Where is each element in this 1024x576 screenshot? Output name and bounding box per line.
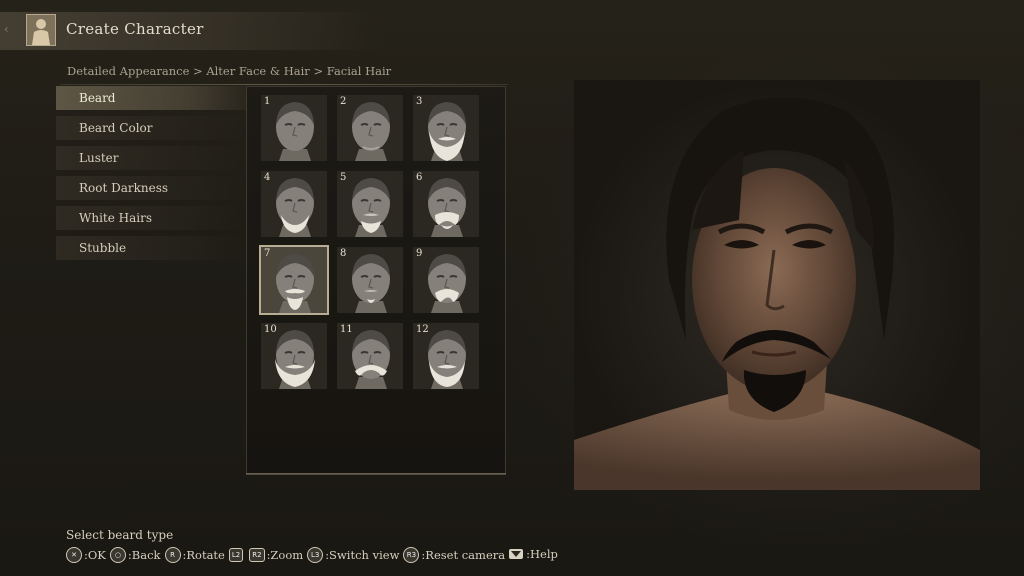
control-prompt: R:Rotate [164, 547, 225, 563]
beard-preview-icon [413, 95, 479, 161]
beard-option-11[interactable]: 11 [337, 323, 403, 389]
touchpad-button-icon [509, 549, 524, 559]
facial-hair-menu: Beard Beard Color Luster Root Darkness White… [56, 86, 246, 266]
beard-option-number: 11 [340, 324, 353, 335]
beard-preview-icon [261, 95, 327, 161]
beard-option-number: 4 [264, 172, 271, 183]
beard-option-number: 10 [264, 324, 277, 335]
control-prompt: ○:Back [109, 547, 161, 563]
control-prompt: R3:Reset camera [403, 547, 505, 563]
beard-option-10[interactable]: 10 [261, 323, 327, 389]
beard-option-number: 2 [340, 96, 347, 107]
character-creation-screen: ‹ Create Character Detailed Appearance >… [0, 0, 1024, 576]
control-prompt: ✕:OK [66, 547, 106, 563]
menu-item-label: Luster [79, 151, 119, 165]
control-prompt: :Help [509, 547, 558, 561]
control-prompt-label: :Reset camera [421, 548, 506, 562]
menu-item-stubble[interactable]: Stubble [56, 236, 246, 260]
controller-button-icon: ✕ [66, 547, 82, 563]
control-prompt-label: :Switch view [325, 548, 400, 562]
beard-option-2[interactable]: 2 [337, 95, 403, 161]
menu-item-luster[interactable]: Luster [56, 146, 246, 170]
character-portrait-image [574, 97, 980, 490]
menu-item-beard[interactable]: Beard [56, 86, 246, 110]
beard-option-6[interactable]: 6 [413, 171, 479, 237]
control-prompt-label: :Back [127, 548, 161, 562]
beard-preview-icon [413, 247, 479, 313]
menu-item-label: Beard Color [79, 121, 153, 135]
beard-option-8[interactable]: 8 [337, 247, 403, 313]
beard-preview-icon [337, 247, 403, 313]
beard-preview-icon [261, 247, 327, 313]
controller-button-icon: R [164, 547, 181, 563]
menu-item-beard-color[interactable]: Beard Color [56, 116, 246, 140]
beard-option-number: 3 [416, 96, 423, 107]
grid-divider [246, 473, 506, 475]
controller-button-icon: R2 [249, 548, 265, 562]
beard-option-number: 7 [264, 248, 271, 259]
character-avatar-icon [26, 14, 56, 46]
beard-option-9[interactable]: 9 [413, 247, 479, 313]
control-prompt-label: :Rotate [182, 548, 225, 562]
beard-option-number: 6 [416, 172, 423, 183]
control-prompt: R2:Zoom [249, 548, 303, 562]
menu-item-white-hairs[interactable]: White Hairs [56, 206, 246, 230]
beard-preview-icon [337, 171, 403, 237]
beard-option-number: 8 [340, 248, 347, 259]
beard-option-number: 1 [264, 96, 271, 107]
beard-option-number: 12 [416, 324, 429, 335]
control-prompt: L3:Switch view [307, 547, 399, 563]
footer-hint: Select beard type [66, 528, 174, 542]
beard-option-number: 5 [340, 172, 347, 183]
menu-item-label: Beard [79, 91, 116, 105]
beard-option-5[interactable]: 5 [337, 171, 403, 237]
beard-option-4[interactable]: 4 [261, 171, 327, 237]
beard-option-3[interactable]: 3 [413, 95, 479, 161]
control-prompt-label: :OK [84, 548, 106, 562]
breadcrumb: Detailed Appearance > Alter Face & Hair … [67, 64, 392, 78]
divider [60, 84, 508, 85]
menu-item-root-darkness[interactable]: Root Darkness [56, 176, 246, 200]
beard-grid-panel: 1 2 3 4 5 6 7 8 9 10 11 12 [246, 86, 506, 474]
menu-item-label: White Hairs [79, 211, 152, 225]
control-prompt-label: :Help [526, 547, 558, 561]
beard-option-1[interactable]: 1 [261, 95, 327, 161]
menu-item-label: Root Darkness [79, 181, 169, 195]
back-arrow-icon[interactable]: ‹ [4, 22, 9, 36]
beard-preview-icon [337, 95, 403, 161]
page-title: Create Character [66, 20, 204, 38]
beard-preview-icon [413, 171, 479, 237]
control-prompt: L2 [228, 548, 245, 562]
beard-option-12[interactable]: 12 [413, 323, 479, 389]
menu-item-label: Stubble [79, 241, 127, 255]
character-preview[interactable] [574, 80, 980, 490]
beard-option-number: 9 [416, 248, 423, 259]
controller-button-icon: R3 [403, 547, 420, 563]
control-prompt-label: :Zoom [266, 548, 304, 562]
beard-preview-icon [261, 171, 327, 237]
button-prompts: ✕:OK ○:Back R:Rotate L2 R2:Zoom L3:Switch vie… [66, 546, 562, 563]
beard-option-7[interactable]: 7 [259, 245, 329, 315]
controller-button-icon: L2 [228, 548, 244, 562]
controller-button-icon: ○ [109, 547, 126, 563]
controller-button-icon: L3 [307, 547, 324, 563]
